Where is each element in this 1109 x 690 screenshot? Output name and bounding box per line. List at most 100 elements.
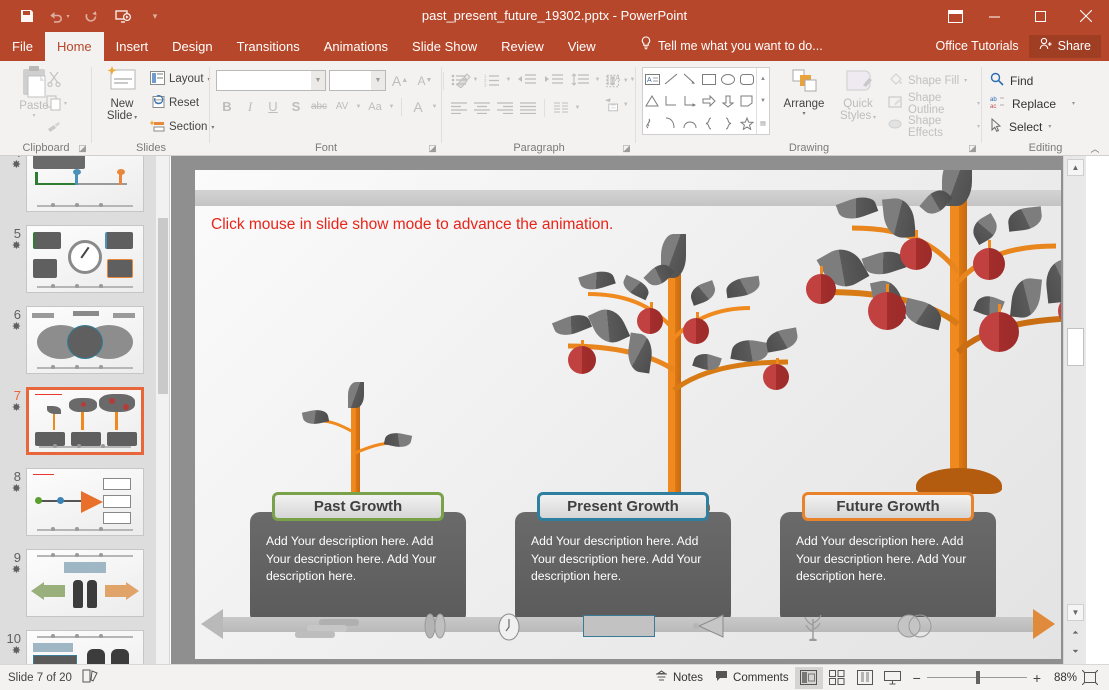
- arrange-button[interactable]: Arrange ▾: [778, 67, 830, 117]
- shape-folded-corner-icon[interactable]: [737, 90, 756, 112]
- tab-design[interactable]: Design: [160, 32, 224, 61]
- collapse-ribbon-chevron-up-icon[interactable]: ︿: [1087, 141, 1103, 155]
- thumbnail-slide-9[interactable]: 9 ✸: [0, 549, 156, 617]
- shape-fill-button[interactable]: Shape Fill ▾: [888, 69, 980, 92]
- shape-line-icon[interactable]: [662, 68, 681, 90]
- align-text-button[interactable]: ▼: [604, 69, 630, 93]
- zoom-in-button[interactable]: +: [1033, 670, 1041, 686]
- slide-canvas-scrollbar[interactable]: ▲ ▼ ⏶ ⏷: [1063, 156, 1086, 664]
- copy-button[interactable]: ▾: [46, 91, 86, 115]
- tab-home[interactable]: Home: [45, 32, 104, 61]
- tab-insert[interactable]: Insert: [104, 32, 161, 61]
- align-left-button[interactable]: [448, 97, 470, 119]
- notes-button[interactable]: Notes: [649, 667, 709, 689]
- quick-styles-button[interactable]: Quick Styles ▾: [832, 67, 884, 122]
- tab-animations[interactable]: Animations: [312, 32, 400, 61]
- tab-view[interactable]: View: [556, 32, 608, 61]
- scroll-thumb[interactable]: [1067, 328, 1084, 366]
- shapes-more-icon[interactable]: ▤: [757, 112, 769, 134]
- new-slide-button[interactable]: New Slide ▾: [98, 65, 146, 122]
- shape-curve-icon[interactable]: [662, 112, 681, 134]
- convert-to-smartart-button[interactable]: ▼: [604, 93, 630, 117]
- shape-triangle-icon[interactable]: [643, 90, 662, 112]
- tab-slide-show[interactable]: Slide Show: [400, 32, 489, 61]
- line-spacing-button[interactable]: [568, 69, 592, 91]
- line-spacing-chevron-down-icon[interactable]: ▼: [593, 77, 602, 83]
- thumbnail-scroll-thumb[interactable]: [158, 218, 168, 394]
- slide-counter[interactable]: Slide 7 of 20: [8, 672, 72, 684]
- shape-outline-button[interactable]: Shape Outline ▾: [888, 92, 980, 115]
- thumbnail-slide-4[interactable]: 4 ✸: [0, 156, 156, 212]
- close-icon[interactable]: [1063, 0, 1109, 32]
- thumbnail-slide-7[interactable]: 7 ✸ ▬▬▬▬▬▬▬▬▬: [0, 387, 156, 455]
- replace-button[interactable]: abac Replace ▾: [990, 92, 1075, 115]
- zoom-knob[interactable]: [976, 671, 980, 684]
- thumbnail-card[interactable]: ▬▬▬▬▬▬▬▬▬: [26, 387, 144, 455]
- current-slide[interactable]: Click mouse in slide show mode to advanc…: [195, 170, 1061, 659]
- thumbnail-card[interactable]: [26, 630, 144, 664]
- decrease-font-size-button[interactable]: A▼: [414, 69, 436, 92]
- increase-indent-button[interactable]: [541, 69, 567, 91]
- reading-view-button[interactable]: [851, 667, 879, 689]
- tell-me-search[interactable]: Tell me what you want to do...: [640, 32, 823, 61]
- font-color-button[interactable]: A: [407, 95, 429, 118]
- numbering-chevron-down-icon[interactable]: ▼: [504, 77, 513, 83]
- thumbnail-slide-6[interactable]: 6 ✸: [0, 306, 156, 374]
- columns-chevron-down-icon[interactable]: ▼: [573, 105, 582, 111]
- font-dialog-launcher[interactable]: ◪: [427, 143, 438, 154]
- bullets-chevron-down-icon[interactable]: ▼: [471, 77, 480, 83]
- zoom-slider[interactable]: − +: [907, 670, 1047, 686]
- clipboard-dialog-launcher[interactable]: ◪: [77, 143, 88, 154]
- thumbnail-slide-8[interactable]: 8 ✸ ▬▬▬▬▬▬▬: [0, 468, 156, 536]
- shape-oval-icon[interactable]: [718, 68, 737, 90]
- thumbnail-card[interactable]: ▬▬▬▬▬▬▬: [26, 468, 144, 536]
- fit-slide-to-window-button[interactable]: [1077, 667, 1103, 689]
- panel-present-title[interactable]: Present Growth: [537, 492, 709, 521]
- user-name[interactable]: Office Tutorials: [926, 32, 1029, 61]
- zoom-out-button[interactable]: −: [913, 670, 921, 686]
- shapes-scroll-up-icon[interactable]: ▲: [757, 68, 769, 90]
- shape-text-box-icon[interactable]: A: [643, 68, 662, 90]
- shape-right-arrow-icon[interactable]: [700, 90, 719, 112]
- font-color-chevron-down-icon[interactable]: ▼: [430, 104, 439, 110]
- select-button[interactable]: Select ▾: [990, 115, 1075, 138]
- shape-elbow-connector-icon[interactable]: [662, 90, 681, 112]
- align-text-chevron-down-icon[interactable]: ▼: [621, 78, 630, 84]
- character-spacing-chevron-down-icon[interactable]: ▼: [354, 104, 363, 110]
- scroll-down-icon[interactable]: ▼: [1067, 604, 1084, 621]
- panel-past-title[interactable]: Past Growth: [272, 492, 444, 521]
- slide-show-view-button[interactable]: [879, 667, 907, 689]
- smartart-chevron-down-icon[interactable]: ▼: [621, 102, 630, 108]
- underline-button[interactable]: U: [262, 95, 284, 118]
- previous-slide-icon[interactable]: ⏶: [1067, 624, 1084, 641]
- cut-button[interactable]: [46, 67, 86, 91]
- center-button[interactable]: [471, 97, 493, 119]
- shape-down-arrow-icon[interactable]: [718, 90, 737, 112]
- thumbnail-slide-10[interactable]: 10 ✸: [0, 630, 156, 664]
- share-button[interactable]: Share: [1029, 35, 1101, 58]
- shapes-gallery[interactable]: A: [642, 67, 770, 135]
- thumbnail-card[interactable]: [26, 306, 144, 374]
- shape-scribble-icon[interactable]: [643, 112, 662, 134]
- shape-elbow-arrow-icon[interactable]: [681, 90, 700, 112]
- paragraph-dialog-launcher[interactable]: ◪: [621, 143, 632, 154]
- section-button[interactable]: Section ▾: [150, 115, 208, 139]
- normal-view-button[interactable]: [795, 667, 823, 689]
- shape-left-brace-icon[interactable]: [700, 112, 719, 134]
- next-slide-icon[interactable]: ⏷: [1067, 643, 1084, 660]
- change-case-button[interactable]: Aa: [364, 95, 386, 118]
- tab-file[interactable]: File: [0, 32, 45, 61]
- text-shadow-button[interactable]: S: [285, 95, 307, 118]
- font-size-combo[interactable]: ▼: [329, 70, 386, 91]
- strikethrough-button[interactable]: abc: [308, 95, 330, 118]
- shapes-scroll-down-icon[interactable]: ▼: [757, 90, 769, 112]
- increase-font-size-button[interactable]: A▲: [389, 69, 411, 92]
- font-size-chevron-down-icon[interactable]: ▼: [371, 71, 385, 90]
- character-spacing-button[interactable]: AV: [331, 95, 353, 118]
- columns-button[interactable]: [550, 97, 572, 119]
- notes-page-icon[interactable]: [82, 669, 100, 686]
- slide-thumbnail-pane[interactable]: 4 ✸: [0, 156, 156, 664]
- shape-rectangle-icon[interactable]: [700, 68, 719, 90]
- zoom-track[interactable]: [927, 671, 1027, 685]
- font-name-combo[interactable]: ▼: [216, 70, 326, 91]
